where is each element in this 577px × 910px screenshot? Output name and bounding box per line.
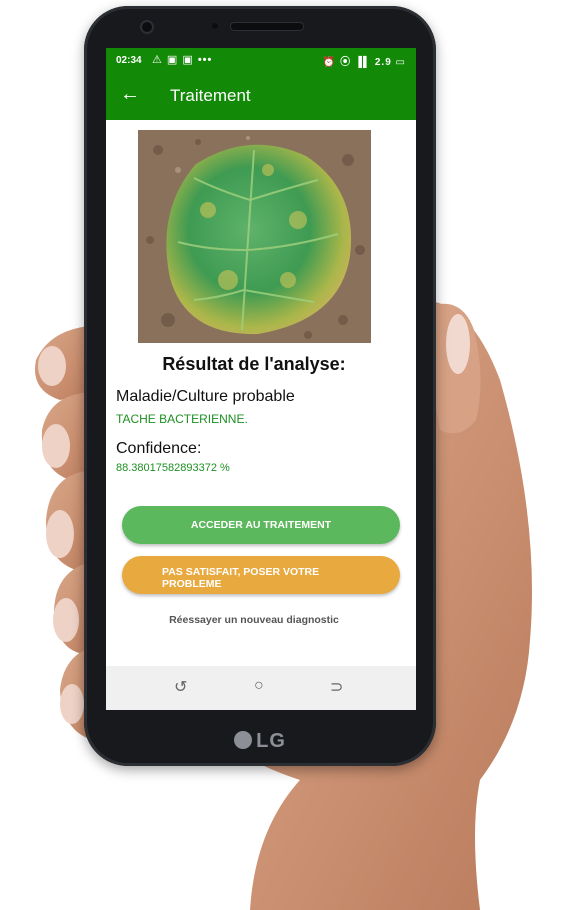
system-nav-bar: ↺ ○ ⊃ bbox=[106, 666, 416, 710]
notification-icons: ⚠ ▣ ▣ ••• bbox=[152, 54, 213, 66]
ask-problem-label: PAS SATISFAIT, POSER VOTRE PROBLEME bbox=[162, 566, 320, 590]
recent-apps-icon[interactable]: ↺ bbox=[174, 677, 187, 697]
app-bar: ← Traitement bbox=[106, 72, 416, 120]
leaf-photo bbox=[138, 130, 371, 343]
brand-text: LG bbox=[256, 730, 286, 752]
brand-logo: LG bbox=[84, 730, 436, 753]
disease-value: TACHE BACTERIENNE. bbox=[116, 412, 248, 426]
page-title: Traitement bbox=[170, 86, 251, 105]
result-heading: Résultat de l'analyse: bbox=[162, 354, 346, 374]
back-arrow-icon[interactable]: ← bbox=[120, 82, 140, 106]
lg-logo-icon bbox=[234, 731, 253, 749]
sensor-icon bbox=[212, 23, 218, 29]
app-screen: 02:34 ⚠ ▣ ▣ ••• ⏰ ⦿ ▐▌ 2.9 ▭ ← Traitemen… bbox=[106, 48, 416, 710]
disease-label: Maladie/Culture probable bbox=[116, 388, 295, 405]
phone-top-bezel bbox=[84, 6, 436, 50]
front-camera-icon bbox=[140, 20, 154, 34]
status-time: 02:34 bbox=[116, 55, 142, 66]
home-icon[interactable]: ○ bbox=[254, 677, 264, 695]
leaf-image bbox=[138, 130, 371, 343]
back-nav-icon[interactable]: ⊃ bbox=[330, 677, 343, 697]
ask-problem-button[interactable]: PAS SATISFAIT, POSER VOTRE PROBLEME bbox=[122, 556, 400, 594]
access-treatment-button[interactable]: ACCEDER AU TRAITEMENT bbox=[122, 506, 400, 544]
status-bar: 02:34 ⚠ ▣ ▣ ••• ⏰ ⦿ ▐▌ 2.9 ▭ bbox=[106, 48, 416, 72]
retry-diagnostic-link[interactable]: Réessayer un nouveau diagnostic bbox=[106, 614, 402, 626]
access-treatment-label: ACCEDER AU TRAITEMENT bbox=[190, 519, 332, 531]
confidence-value: 88.38017582893372 % bbox=[116, 462, 230, 474]
system-status-icons: ⏰ ⦿ ▐▌ 2.9 ▭ bbox=[322, 57, 406, 68]
confidence-label: Confidence: bbox=[116, 440, 202, 457]
earpiece-speaker bbox=[230, 22, 304, 31]
